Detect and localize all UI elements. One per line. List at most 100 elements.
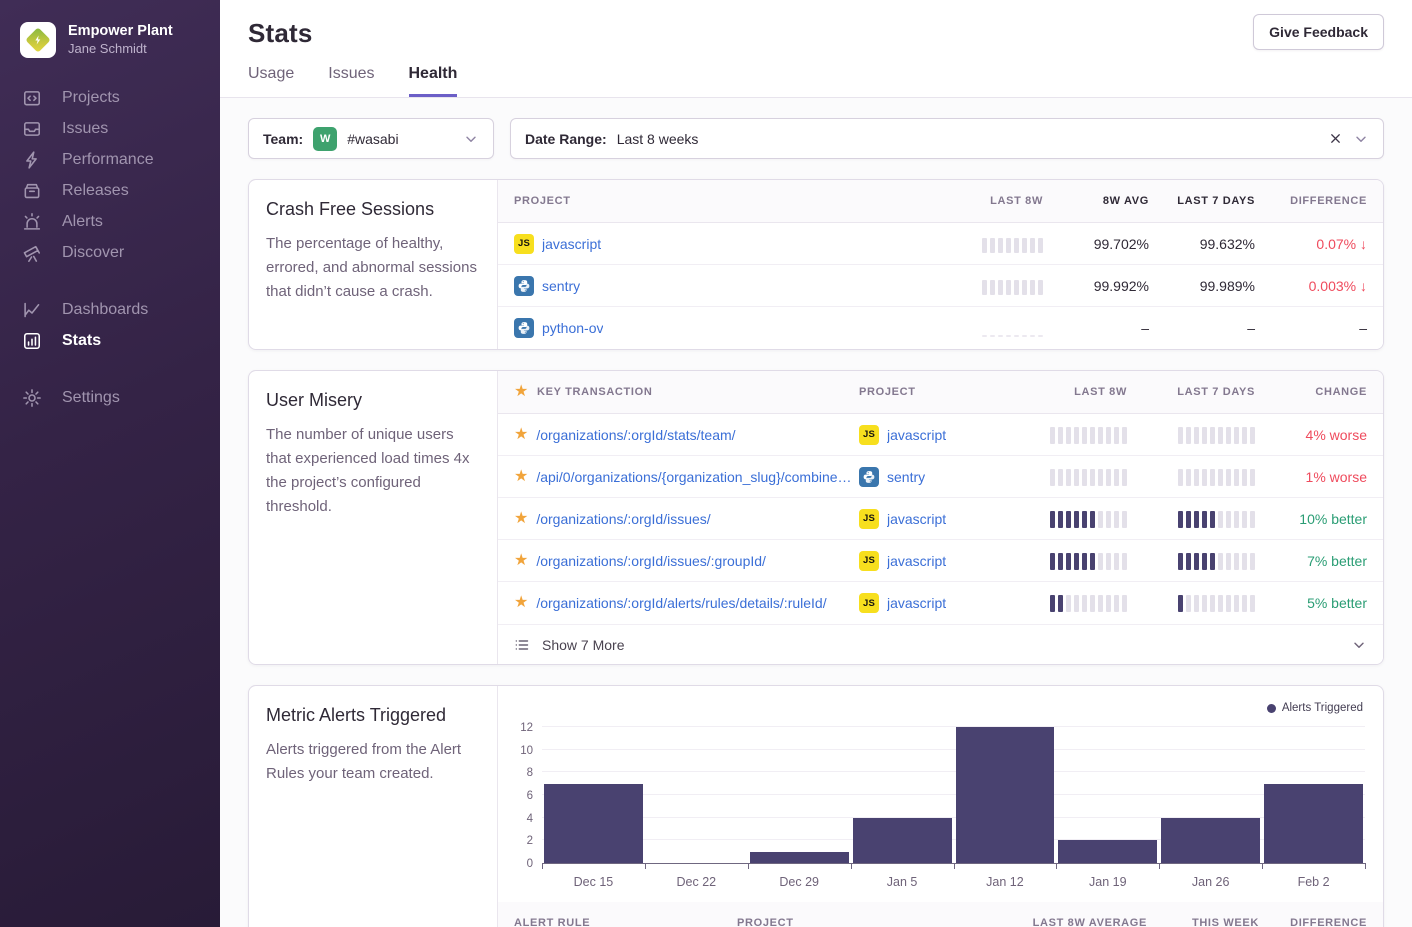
- sparkline-bar: [1006, 335, 1011, 337]
- column-header: ★Key Transaction: [514, 384, 859, 400]
- gridline: [542, 771, 1365, 772]
- last-8w-cell: [931, 235, 1043, 253]
- project-link[interactable]: javascript: [887, 427, 946, 443]
- sparkline-bar: [1014, 238, 1019, 253]
- javascript-platform-icon: JS: [859, 551, 879, 571]
- transaction-link[interactable]: /organizations/:orgId/issues/: [536, 511, 710, 527]
- chart-plot-area: [542, 728, 1365, 864]
- x-tick-label: Jan 19: [1056, 875, 1159, 889]
- org-switcher[interactable]: Empower Plant Jane Schmidt: [0, 16, 220, 82]
- last-8w-cell: [1011, 426, 1127, 444]
- sidebar-item-discover[interactable]: Discover: [22, 237, 220, 268]
- sparkline-bar: [1066, 595, 1071, 612]
- sparkline-bar: [1242, 469, 1247, 486]
- transaction-link[interactable]: /api/0/organizations/{organization_slug}…: [536, 469, 851, 485]
- chart-legend: Alerts Triggered: [1267, 702, 1363, 714]
- activity-sparkline: [1178, 510, 1255, 528]
- main-content: Stats Give Feedback UsageIssuesHealth Te…: [220, 0, 1412, 927]
- sparkline-bar: [1194, 469, 1199, 486]
- star-icon[interactable]: ★: [514, 595, 528, 611]
- user-misery-description-pane: User Misery The number of unique users t…: [249, 371, 498, 664]
- panel-title: Metric Alerts Triggered: [266, 705, 480, 726]
- column-header: Difference: [1255, 195, 1367, 207]
- activity-sparkline: [1178, 468, 1255, 486]
- project-link[interactable]: sentry: [887, 469, 925, 485]
- project-link[interactable]: python-ov: [542, 320, 603, 336]
- table-header: ProjectLast 8w8w AvgLast 7 DaysDifferenc…: [498, 180, 1383, 223]
- last-7-days-cell: [1139, 552, 1255, 570]
- table-header: ★Key TransactionProjectLast 8wLast 7 Day…: [498, 371, 1383, 414]
- page-header: Stats Give Feedback UsageIssuesHealth: [220, 0, 1412, 98]
- project-link[interactable]: javascript: [887, 553, 946, 569]
- sparkline-bar: [1106, 553, 1111, 570]
- transaction-link[interactable]: /organizations/:orgId/issues/:groupId/: [536, 553, 766, 569]
- x-tick-label: Dec 22: [645, 875, 748, 889]
- column-header: Difference: [1259, 917, 1367, 927]
- star-icon[interactable]: ★: [514, 511, 528, 527]
- star-icon: ★: [514, 384, 529, 400]
- transaction-link[interactable]: /organizations/:orgId/stats/team/: [536, 427, 735, 443]
- sparkline-bar: [1218, 469, 1223, 486]
- project-link[interactable]: sentry: [542, 278, 580, 294]
- clear-date-icon[interactable]: [1328, 131, 1343, 146]
- chart-y-axis: 024681012: [512, 728, 542, 864]
- project-link[interactable]: javascript: [542, 236, 601, 252]
- sparkline-bar: [1090, 427, 1095, 444]
- sparkline-bar: [1178, 427, 1183, 444]
- sidebar-item-dashboards[interactable]: Dashboards: [22, 294, 220, 325]
- user-misery-panel: User Misery The number of unique users t…: [248, 370, 1384, 665]
- y-tick-label: 12: [520, 722, 533, 734]
- project-link[interactable]: javascript: [887, 511, 946, 527]
- tab-health[interactable]: Health: [409, 65, 458, 97]
- show-more-button[interactable]: Show 7 More: [498, 624, 1383, 664]
- sparkline-bar: [982, 335, 987, 337]
- project-link[interactable]: javascript: [887, 595, 946, 611]
- sparkline-bar: [1066, 511, 1071, 528]
- sidebar-item-issues[interactable]: Issues: [22, 113, 220, 144]
- tab-usage[interactable]: Usage: [248, 65, 294, 97]
- sparkline-bar: [1098, 427, 1103, 444]
- star-icon[interactable]: ★: [514, 469, 528, 485]
- sidebar-item-label: Issues: [62, 120, 108, 138]
- star-icon[interactable]: ★: [514, 427, 528, 443]
- sparkline-bar: [1082, 427, 1087, 444]
- sidebar-item-releases[interactable]: Releases: [22, 175, 220, 206]
- column-header: Last 8w: [931, 195, 1043, 207]
- sidebar-item-performance[interactable]: Performance: [22, 144, 220, 175]
- x-tick-label: Dec 29: [748, 875, 851, 889]
- table-row: ★/organizations/:orgId/issues/JSjavascri…: [498, 498, 1383, 540]
- bar: [750, 852, 849, 863]
- avg-cell: –: [1043, 320, 1149, 336]
- sidebar-item-projects[interactable]: Projects: [22, 82, 220, 113]
- activity-sparkline: [1178, 552, 1255, 570]
- y-tick-label: 10: [520, 745, 533, 757]
- sidebar-item-alerts[interactable]: Alerts: [22, 206, 220, 237]
- last-8w-cell: [1011, 552, 1127, 570]
- last-8w-cell: [1011, 468, 1127, 486]
- sidebar-item-settings[interactable]: Settings: [22, 382, 220, 413]
- team-filter[interactable]: Team: W #wasabi: [248, 118, 494, 159]
- axis-tick: [1159, 863, 1160, 869]
- key-transaction-cell: ★ /organizations/:orgId/issues/: [514, 511, 859, 527]
- tab-issues[interactable]: Issues: [328, 65, 374, 97]
- team-filter-value: #wasabi: [347, 131, 398, 147]
- panel-description: The number of unique users that experien…: [266, 423, 480, 519]
- sparkline-bar: [1082, 469, 1087, 486]
- sparkline-bar: [1106, 595, 1111, 612]
- crash-free-description-pane: Crash Free Sessions The percentage of he…: [249, 180, 498, 349]
- sparkline-bar: [982, 238, 987, 253]
- sparkline-bar: [1210, 427, 1215, 444]
- filter-bar: Team: W #wasabi Date Range: Last 8 weeks: [248, 118, 1384, 159]
- sparkline-bar: [1218, 595, 1223, 612]
- stats-icon: [22, 331, 42, 351]
- star-icon[interactable]: ★: [514, 553, 528, 569]
- date-range-filter[interactable]: Date Range: Last 8 weeks: [510, 118, 1384, 159]
- sparkline-bar: [998, 280, 1003, 295]
- sparkline-bar: [1210, 511, 1215, 528]
- sidebar-item-stats[interactable]: Stats: [22, 325, 220, 356]
- project-cell: JSjavascript: [859, 593, 1011, 613]
- transaction-link[interactable]: /organizations/:orgId/alerts/rules/detai…: [536, 595, 826, 611]
- sparkline-bar: [1250, 511, 1255, 528]
- sparkline-bar: [1090, 469, 1095, 486]
- give-feedback-button[interactable]: Give Feedback: [1253, 14, 1384, 50]
